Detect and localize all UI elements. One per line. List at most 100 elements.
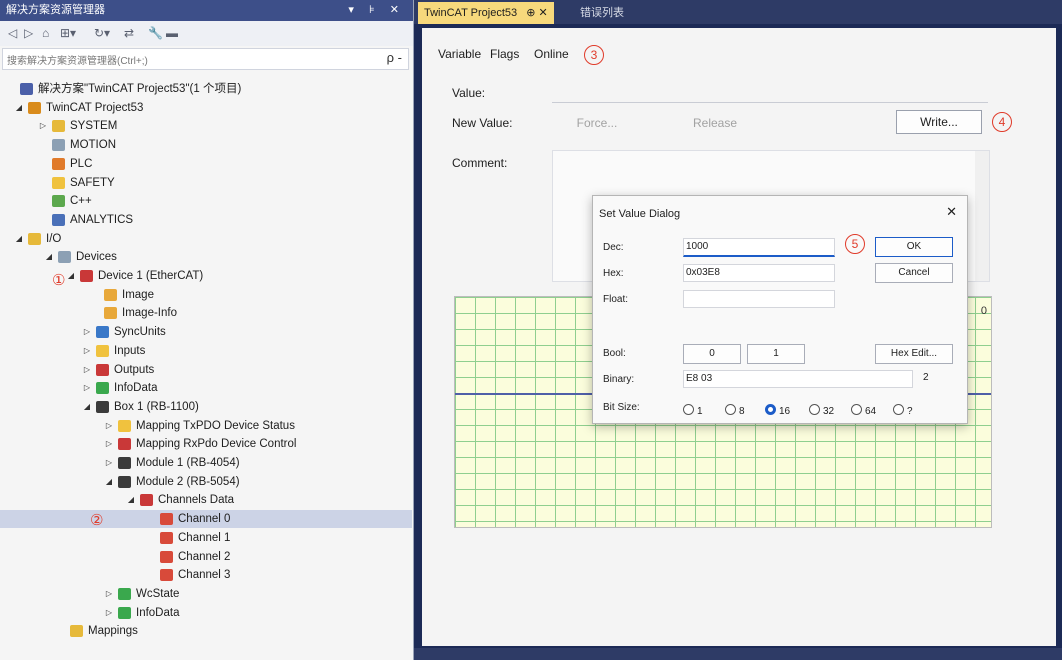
tree-item-label: Mappings <box>88 625 138 638</box>
collapse-icon[interactable]: ◢ <box>82 398 92 416</box>
tree-item[interactable]: ◢ Module 2 (RB-5054) <box>0 473 412 491</box>
tree-item[interactable]: Channel 0 <box>0 510 412 529</box>
dec-input[interactable]: 1000 <box>683 238 835 257</box>
devices-icon <box>58 251 71 264</box>
bitsize-radio-0[interactable]: 1 <box>683 404 703 417</box>
tab-variable[interactable]: Variable <box>438 47 481 61</box>
forward-icon[interactable]: ▷ <box>24 25 33 41</box>
force-button[interactable]: Force... <box>552 112 642 134</box>
tree-item[interactable]: ◢ Box 1 (RB-1100) <box>0 398 412 416</box>
tree-item[interactable]: ◢ TwinCAT Project53 <box>0 99 412 117</box>
tree-item[interactable]: ▷ Outputs <box>0 361 412 379</box>
search-input[interactable]: 搜索解决方案资源管理器(Ctrl+;) <box>7 52 148 67</box>
bitsize-radio-3[interactable]: 32 <box>809 404 834 417</box>
collapse-icon[interactable]: ◢ <box>14 230 24 248</box>
write-button[interactable]: Write... <box>896 110 982 134</box>
expand-icon[interactable]: ▷ <box>82 379 92 397</box>
expand-icon[interactable]: ▷ <box>104 435 114 453</box>
tree-item-label: Image <box>122 288 154 301</box>
tree-item[interactable]: Channel 2 <box>0 548 412 566</box>
tree-item[interactable]: C++ <box>0 192 412 210</box>
system-icon <box>52 120 65 133</box>
infodata-icon <box>118 606 131 619</box>
tree-item[interactable]: ◢ Devices <box>0 248 412 266</box>
release-button[interactable]: Release <box>670 112 760 134</box>
radio-circle-icon <box>809 404 820 415</box>
bool-1-button[interactable]: 1 <box>747 344 805 364</box>
tree-item[interactable]: ▷ Module 1 (RB-4054) <box>0 454 412 472</box>
graph-zero-label: 0 <box>980 305 987 317</box>
collapse-icon[interactable]: ◢ <box>14 99 24 117</box>
sync-icon[interactable]: ⇄ <box>124 25 134 41</box>
expand-icon[interactable]: ▷ <box>82 342 92 360</box>
tab-flags[interactable]: Flags <box>490 47 519 61</box>
search-icon[interactable]: ρ - <box>387 50 402 65</box>
switch-views-icon[interactable]: ⊞▾ <box>60 25 76 41</box>
tree-item[interactable]: 解决方案"TwinCAT Project53"(1 个项目) <box>0 80 412 98</box>
tree-item[interactable]: ▷ SyncUnits <box>0 323 412 341</box>
tree-item[interactable]: Mappings <box>0 622 412 640</box>
tab-label: TwinCAT Project53 <box>424 7 518 19</box>
cancel-button[interactable]: Cancel <box>875 263 953 283</box>
radio-circle-icon <box>765 404 776 415</box>
properties-wrench-icon[interactable]: 🔧 <box>148 25 163 41</box>
tab-error-list[interactable]: 错误列表 <box>574 2 630 24</box>
tree-item[interactable]: PLC <box>0 155 412 173</box>
new-value-label: New Value: <box>452 116 513 130</box>
expand-icon[interactable]: ▷ <box>104 585 114 603</box>
ok-button[interactable]: OK <box>875 237 953 257</box>
expand-icon[interactable]: ▷ <box>82 323 92 341</box>
pending-changes-icon[interactable]: ↻▾ <box>94 25 110 41</box>
home-icon[interactable]: ⌂ <box>42 25 49 41</box>
close-icon[interactable]: ✕ <box>946 204 957 220</box>
collapse-icon[interactable]: ◢ <box>104 473 114 491</box>
tree-item[interactable]: ▷ InfoData <box>0 379 412 397</box>
tree-item[interactable]: Channel 3 <box>0 566 412 584</box>
tree-item[interactable]: Image-Info <box>0 304 412 322</box>
comment-label: Comment: <box>452 156 508 170</box>
comment-scrollbar[interactable] <box>975 151 989 281</box>
tree-item[interactable]: ▷ InfoData <box>0 604 412 622</box>
expand-icon[interactable]: ▷ <box>38 117 48 135</box>
tree-item[interactable]: ◢ I/O <box>0 230 412 248</box>
bitsize-radio-1[interactable]: 8 <box>725 404 745 417</box>
bool-0-button[interactable]: 0 <box>683 344 741 364</box>
panel-controls[interactable]: ▾ ⊧ ✕ <box>348 0 405 21</box>
bitsize-radio-5[interactable]: ? <box>893 404 913 417</box>
float-input[interactable] <box>683 290 835 308</box>
step-marker-2: ② <box>90 512 104 529</box>
collapse-icon[interactable]: ◢ <box>66 267 76 285</box>
collapse-icon[interactable]: ◢ <box>126 491 136 509</box>
bitsize-radio-label: 64 <box>865 406 877 417</box>
tree-item[interactable]: ◢ Channels Data <box>0 491 412 509</box>
tree-item[interactable]: ▷ Inputs <box>0 342 412 360</box>
tree-item-label: Channel 2 <box>178 550 231 563</box>
expand-icon[interactable]: ▷ <box>104 417 114 435</box>
tree-item[interactable]: ▷ Mapping RxPdo Device Control <box>0 435 412 453</box>
tree-item[interactable]: Channel 1 <box>0 529 412 547</box>
module-icon <box>118 475 131 488</box>
hex-edit-button[interactable]: Hex Edit... <box>875 344 953 364</box>
tab-online[interactable]: Online <box>534 47 569 61</box>
expand-icon[interactable]: ▷ <box>104 454 114 472</box>
solution-explorer-search[interactable]: 搜索解决方案资源管理器(Ctrl+;) ρ - <box>2 48 409 70</box>
tree-item[interactable]: MOTION <box>0 136 412 154</box>
tab-close-icon[interactable]: ⊕ ✕ <box>526 7 548 19</box>
collapse-all-icon[interactable]: ▬ <box>166 25 178 41</box>
tree-item[interactable]: ANALYTICS <box>0 211 412 229</box>
bitsize-radio-2[interactable]: 16 <box>765 404 790 417</box>
syncunits-icon <box>96 326 109 339</box>
tab-twincat-project[interactable]: TwinCAT Project53 ⊕ ✕ <box>418 2 554 24</box>
tree-item[interactable]: SAFETY <box>0 174 412 192</box>
binary-input[interactable]: E8 03 <box>683 370 913 388</box>
tree-item[interactable]: ▷ WcState <box>0 585 412 603</box>
tree-item[interactable]: ▷ SYSTEM <box>0 117 412 135</box>
collapse-icon[interactable]: ◢ <box>44 248 54 266</box>
expand-icon[interactable]: ▷ <box>82 361 92 379</box>
bitsize-radio-4[interactable]: 64 <box>851 404 876 417</box>
expand-icon[interactable]: ▷ <box>104 604 114 622</box>
hex-input[interactable]: 0x03E8 <box>683 264 835 282</box>
tree-item[interactable]: ▷ Mapping TxPDO Device Status <box>0 417 412 435</box>
tree-item-label: Mapping TxPDO Device Status <box>136 419 295 432</box>
back-icon[interactable]: ◁ <box>8 25 17 41</box>
